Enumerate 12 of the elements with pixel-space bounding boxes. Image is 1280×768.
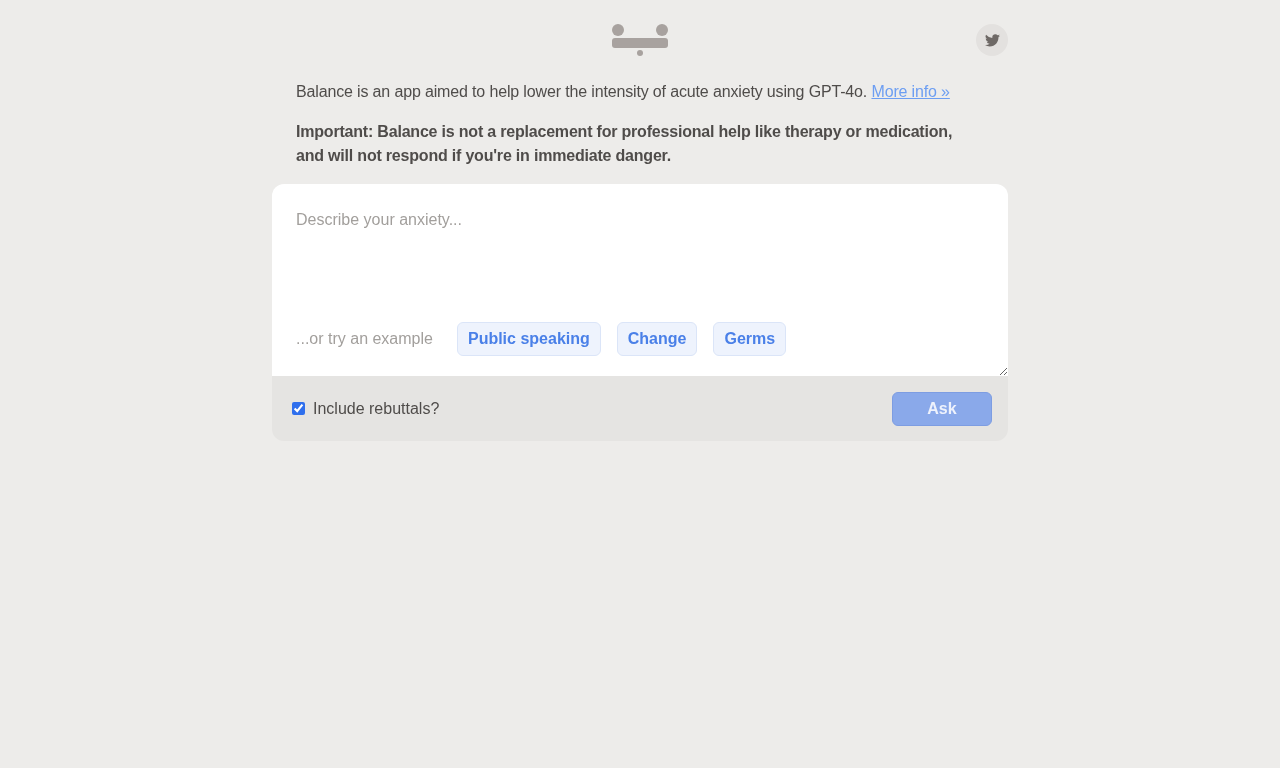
notice-text: Important: Balance is not a replacement for professional help like therapy or medication, and will not respond if you're in immediate danger. bbox=[296, 122, 954, 166]
examples-label: ...or try an example bbox=[296, 330, 433, 348]
twitter-button[interactable] bbox=[976, 24, 1008, 56]
example-chip[interactable]: Germs bbox=[713, 322, 787, 356]
example-chip[interactable]: Change bbox=[616, 322, 698, 356]
more-info-link[interactable]: More info » bbox=[871, 83, 950, 100]
bird-icon bbox=[984, 33, 1000, 47]
intro-text: Balance is an app aimed to help lower the intensity of acute anxiety using GPT-4o. More info » bbox=[296, 82, 951, 102]
rebuttals-checkbox[interactable] bbox=[292, 402, 305, 415]
checkbox-label: Include rebuttals? bbox=[313, 399, 440, 418]
example-chip[interactable]: Public speaking bbox=[456, 322, 601, 356]
logo-icon bbox=[612, 24, 668, 56]
